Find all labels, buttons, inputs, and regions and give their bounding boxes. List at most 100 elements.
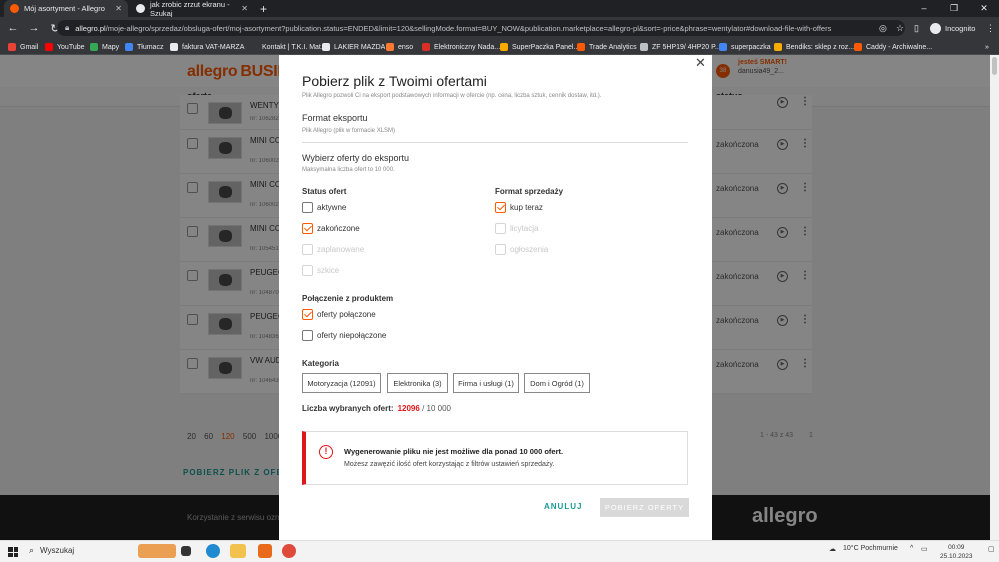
page-icon <box>774 43 782 51</box>
bookmark-enso[interactable]: enso <box>386 41 413 53</box>
youtube-icon <box>45 43 53 51</box>
bookmark-label: Kontakt | T.K.I. Mat... <box>262 43 327 51</box>
checkbox-oferty-polaczone[interactable]: oferty połączone <box>302 309 376 320</box>
incognito-label: Incognito <box>945 23 976 33</box>
bookmark-nadawca[interactable]: Elektroniczny Nada... <box>422 41 500 53</box>
checkbox-box[interactable] <box>302 309 313 320</box>
bookmark-label: ZF 5HP19/ 4HP20 P... <box>652 43 721 51</box>
tab-search[interactable]: jak zrobic zrzut ekranu - Szukaj ✕ <box>130 0 254 18</box>
bookmark-mapy[interactable]: Mapy <box>90 41 119 53</box>
windows-start-icon[interactable] <box>8 547 18 557</box>
new-tab-icon[interactable]: + <box>260 2 267 16</box>
edge-icon[interactable] <box>206 544 220 558</box>
system-clock[interactable]: 00:09 25.10.2023 <box>940 543 973 561</box>
page-scrollbar[interactable] <box>990 55 999 540</box>
category-chip-firma-i-uslugi[interactable]: Firma i usługi (1) <box>453 373 519 393</box>
download-offers-button[interactable]: POBIERZ OFERTY <box>600 498 689 517</box>
chrome-icon[interactable] <box>282 544 296 558</box>
task-view-icon[interactable] <box>181 546 191 556</box>
taskbar-search[interactable]: ⌕ Wyszukaj <box>29 545 74 556</box>
checkbox-label: kup teraz <box>510 203 543 212</box>
bookmark-superpaczka-panel[interactable]: SuperPaczka Panel... <box>500 41 579 53</box>
incognito-icon <box>930 22 941 34</box>
tab-title: Mój asortyment - Allegro <box>24 4 105 13</box>
weather-text[interactable]: 10°C Pochmurnie <box>843 545 898 552</box>
address-bar[interactable]: 🔒︎ allegro.pl/moje-allegro/sprzedaz/obsl… <box>57 20 905 36</box>
bookmark-label: superpaczka <box>731 43 771 51</box>
category-chip-elektronika[interactable]: Elektronika (3) <box>387 373 448 393</box>
no-tracking-icon[interactable]: ◎ <box>879 17 887 39</box>
bookmark-label: Tłumacz <box>137 43 164 51</box>
checkbox-label: licytacja <box>510 224 539 233</box>
search-icon: ⌕ <box>29 545 35 555</box>
windows-taskbar: ⌕ Wyszukaj ☁ 10°C Pochmurnie ^ ▭ 00:09 2… <box>0 540 999 562</box>
checkbox-box <box>302 244 313 255</box>
bookmark-lakier[interactable]: LAKIER MAZDA <box>322 41 385 53</box>
bookmark-superpaczka[interactable]: superpaczka <box>719 41 771 53</box>
bookmark-caddy[interactable]: Caddy - Archiwalne... <box>854 41 932 53</box>
bookmark-faktura[interactable]: faktura VAT-MARZA <box>170 41 244 53</box>
selected-count-value: 12096 <box>397 404 420 413</box>
weather-icon[interactable]: ☁ <box>829 545 836 553</box>
more-bookmarks-icon[interactable]: » <box>985 41 989 53</box>
status-group-title: Status ofert <box>302 187 347 196</box>
menu-dots-icon[interactable]: ⋮ <box>986 17 995 39</box>
url-path: /moje-allegro/sprzedaz/obsluga-ofert/moj… <box>105 23 832 33</box>
bookmark-zf[interactable]: ZF 5HP19/ 4HP20 P... <box>640 41 721 53</box>
category-chip-dom-i-ogrod[interactable]: Dom i Ogród (1) <box>524 373 590 393</box>
page-icon <box>250 43 258 51</box>
file-explorer-icon[interactable] <box>230 544 246 558</box>
tray-chevron-icon[interactable]: ^ <box>910 545 913 552</box>
close-tab-icon[interactable]: ✕ <box>241 4 248 13</box>
bookmark-label: Trade Analytics <box>589 43 637 51</box>
category-group-title: Kategoria <box>302 359 339 368</box>
minimize-icon[interactable]: – <box>909 0 939 17</box>
close-tab-icon[interactable]: ✕ <box>115 4 122 13</box>
bookmark-kontakt[interactable]: Kontakt | T.K.I. Mat... <box>250 41 327 53</box>
page-icon <box>322 43 330 51</box>
page-icon <box>422 43 430 51</box>
checkbox-box[interactable] <box>302 202 313 213</box>
checkbox-aktywne[interactable]: aktywne <box>302 202 346 213</box>
checkbox-licytacja: licytacja <box>495 223 538 234</box>
store-icon[interactable] <box>258 544 272 558</box>
checkbox-box[interactable] <box>302 223 313 234</box>
bookmark-gmail[interactable]: Gmail <box>8 41 38 53</box>
bookmark-label: faktura VAT-MARZA <box>182 43 245 51</box>
side-panel-icon[interactable]: ▯ <box>914 17 919 39</box>
bookmark-label: Elektroniczny Nada... <box>434 43 501 51</box>
select-section-subtitle: Maksymalna liczba ofert to 10 000. <box>302 167 395 173</box>
tab-strip: Mój asortyment - Allegro ✕ jak zrobic zr… <box>0 0 999 18</box>
incognito-badge[interactable]: Incognito <box>930 20 975 36</box>
checkbox-box[interactable] <box>302 330 313 341</box>
checkbox-label: szkice <box>317 266 340 275</box>
bookmark-youtube[interactable]: YouTube <box>45 41 85 53</box>
bookmark-bendiks[interactable]: Bendiks: sklep z roz... <box>774 41 854 53</box>
tab-allegro[interactable]: Mój asortyment - Allegro ✕ <box>4 0 128 17</box>
cancel-button[interactable]: ANULUJ <box>544 502 582 511</box>
forward-icon[interactable]: → <box>26 22 42 34</box>
checkbox-kup-teraz[interactable]: kup teraz <box>495 202 543 213</box>
network-icon[interactable]: ▭ <box>921 545 928 553</box>
close-icon[interactable]: ✕ <box>695 55 706 71</box>
notifications-icon[interactable]: ▢ <box>988 545 995 553</box>
selected-count: Liczba wybranych ofert: 12096 / 10 000 <box>302 404 451 413</box>
back-icon[interactable]: ← <box>5 22 21 34</box>
search-highlight-icon[interactable] <box>138 544 176 558</box>
bookmark-trade-analytics[interactable]: Trade Analytics <box>577 41 637 53</box>
checkbox-ogloszenia: ogłoszenia <box>495 244 548 255</box>
bookmark-label: Mapy <box>102 43 120 51</box>
allegro-favicon-icon <box>10 4 19 13</box>
category-chip-motoryzacja[interactable]: Motoryzacja (12091) <box>302 373 381 393</box>
taskbar-search-label: Wyszukaj <box>40 546 75 555</box>
maximize-icon[interactable]: ❐ <box>939 0 969 17</box>
checkbox-oferty-niepolaczone[interactable]: oferty niepołączone <box>302 330 386 341</box>
bookmark-tlumacz[interactable]: Tłumacz <box>125 41 163 53</box>
scrollbar-thumb[interactable] <box>992 57 997 75</box>
checkbox-box <box>495 223 506 234</box>
checkbox-zakonczone[interactable]: zakończone <box>302 223 360 234</box>
checkbox-box[interactable] <box>495 202 506 213</box>
close-window-icon[interactable]: ✕ <box>969 0 999 17</box>
bookmark-star-icon[interactable]: ☆ <box>896 17 904 39</box>
bookmark-label: LAKIER MAZDA <box>334 43 386 51</box>
